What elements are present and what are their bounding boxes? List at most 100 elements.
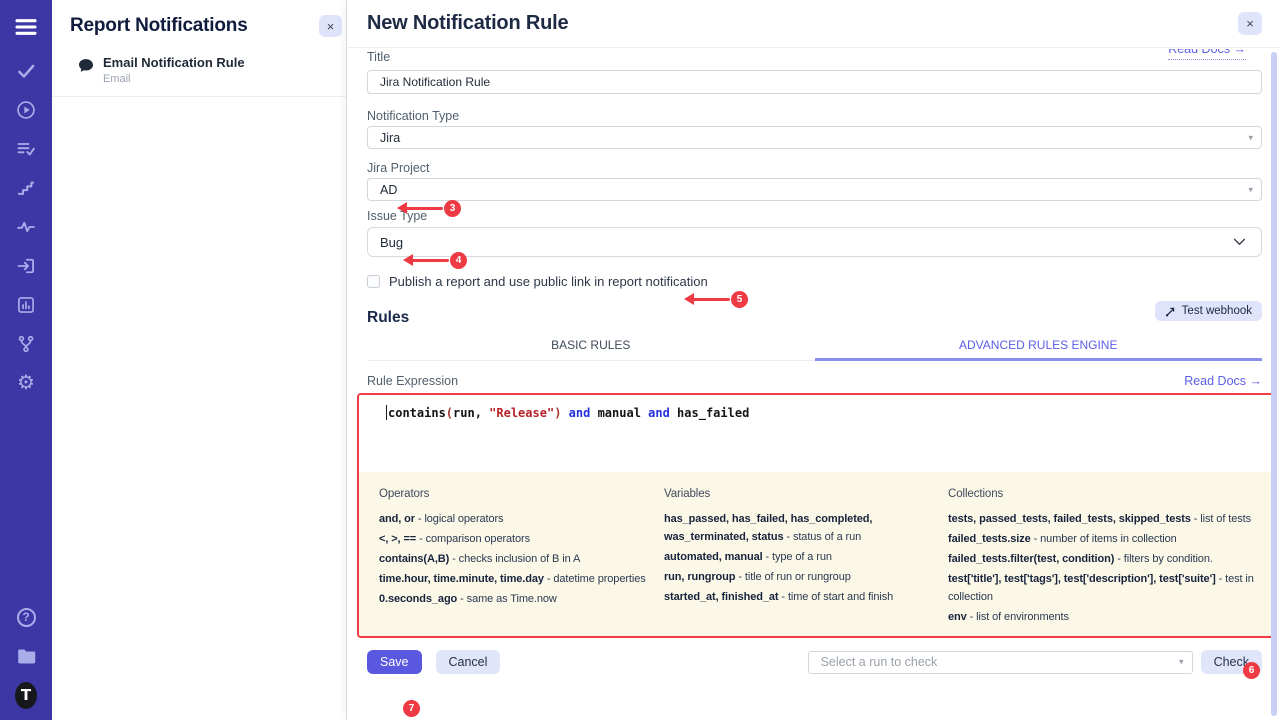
help-column-title: Operators (379, 485, 650, 503)
caret-down-icon: ▾ (1248, 184, 1253, 195)
jira-project-label: Jira Project (367, 161, 1262, 175)
rail-bottom-group: ? T (15, 606, 37, 710)
help-entry: run, rungroup - title of run or rungroup (664, 568, 934, 586)
annotation-box-6: contains(run, "Release") and manual and … (357, 393, 1275, 638)
save-button[interactable]: Save (367, 650, 422, 674)
help-entry: failed_tests.filter(test, condition) - f… (948, 550, 1259, 568)
bar-chart-icon[interactable] (15, 294, 37, 316)
vertical-scrollbar[interactable] (1271, 52, 1277, 716)
rules-heading-row: Rules Test webhook (367, 309, 1262, 327)
panel-title: Report Notifications (70, 15, 248, 37)
title-field-label: Title (367, 50, 390, 64)
code-token: and (648, 406, 670, 420)
tab-advanced-rules-engine[interactable]: ADVANCED RULES ENGINE (815, 333, 1263, 361)
help-entry: and, or - logical operators (379, 510, 650, 528)
notification-type-label: Notification Type (367, 109, 1262, 123)
read-docs-link-clipped[interactable]: Read Docs → (1168, 49, 1246, 60)
rules-tabs: BASIC RULES ADVANCED RULES ENGINE (367, 333, 1262, 361)
rule-expression-label: Rule Expression (367, 374, 458, 388)
list-check-icon[interactable] (15, 138, 37, 160)
webhook-icon (1165, 306, 1176, 317)
code-token: run, (453, 406, 489, 420)
issue-type-value: Bug (380, 235, 403, 250)
caret-down-icon: ▾ (1179, 656, 1184, 667)
code-token: "Release" (489, 406, 554, 420)
publish-report-checkbox[interactable] (367, 275, 380, 288)
code-token: contains (388, 406, 446, 420)
code-token: ( (446, 406, 453, 420)
code-token: manual (590, 406, 648, 420)
check-button[interactable]: Check (1201, 650, 1262, 674)
report-notifications-panel: Report Notifications × Email Notificatio… (52, 0, 347, 720)
icon-rail: ⚙ ? T (0, 0, 52, 720)
settings-gear-icon[interactable]: ⚙ (15, 372, 37, 394)
app-root: ⚙ ? T Report Notifications × Email Notif… (0, 0, 1280, 720)
help-circle-icon[interactable]: ? (15, 606, 37, 628)
drawer-header: New Notification Rule × (347, 0, 1280, 48)
notification-type-select[interactable]: Jira ▾ (367, 126, 1262, 149)
drawer-title: New Notification Rule (367, 12, 568, 35)
run-select-placeholder: Select a run to check (821, 655, 938, 669)
help-entry: failed_tests.size - number of items in c… (948, 530, 1259, 548)
code-token: has_failed (670, 406, 749, 420)
code-token (561, 406, 568, 420)
drawer-content: Read Docs → Title Notification Type Jira… (347, 48, 1280, 720)
issue-type-label: Issue Type (367, 209, 1262, 223)
testomat-logo[interactable]: T (15, 684, 37, 706)
list-item-title: Email Notification Rule (103, 55, 245, 70)
editor-cursor (386, 405, 387, 420)
help-column-title: Collections (948, 485, 1259, 503)
help-entry: started_at, finished_at - time of start … (664, 588, 934, 606)
jira-project-select[interactable]: AD ▾ (367, 178, 1262, 201)
help-entry: time.hour, time.minute, time.day - datet… (379, 570, 650, 588)
help-column-collections: Collections tests, passed_tests, failed_t… (948, 485, 1267, 626)
expression-help-panel: Operators and, or - logical operators <, >… (359, 472, 1273, 636)
help-entry: <, >, == - comparison operators (379, 530, 650, 548)
help-entry: test['title'], test['tags'], test['descr… (948, 570, 1259, 606)
publish-report-label: Publish a report and use public link in … (389, 274, 708, 289)
list-item-text: Email Notification Rule Email (103, 55, 245, 85)
run-to-check-select[interactable]: Select a run to check ▾ (808, 651, 1193, 674)
issue-type-select[interactable]: Bug (367, 227, 1262, 257)
steps-icon[interactable] (15, 177, 37, 199)
projects-folder-icon[interactable] (15, 645, 37, 667)
log-in-icon[interactable] (15, 255, 37, 277)
notification-type-value: Jira (380, 131, 400, 145)
check-icon[interactable] (15, 60, 37, 82)
read-docs-link[interactable]: Read Docs → (1184, 374, 1262, 388)
list-item-subtitle: Email (103, 73, 245, 85)
panel-close-button[interactable]: × (319, 15, 342, 37)
publish-report-row: Publish a report and use public link in … (367, 274, 1262, 289)
list-item-email-notification-rule[interactable]: Email Notification Rule Email (52, 45, 346, 97)
rules-heading: Rules (367, 309, 409, 327)
help-column-title: Variables (664, 485, 934, 503)
cancel-button[interactable]: Cancel (436, 650, 501, 674)
help-entry: tests, passed_tests, failed_tests, skipp… (948, 510, 1259, 528)
title-input[interactable] (367, 70, 1262, 94)
caret-down-icon: ▾ (1248, 132, 1253, 143)
play-circle-icon[interactable] (15, 99, 37, 121)
drawer-footer: Save Cancel Select a run to check ▾ Chec… (367, 650, 1262, 674)
chevron-down-icon (1233, 238, 1246, 246)
jira-project-value: AD (380, 183, 397, 197)
tab-basic-rules[interactable]: BASIC RULES (367, 333, 815, 361)
speech-bubble-icon (78, 58, 94, 85)
rule-expression-editor[interactable]: contains(run, "Release") and manual and … (359, 395, 1273, 472)
drawer-close-button[interactable]: × (1238, 12, 1262, 35)
menu-icon[interactable] (15, 16, 37, 38)
rule-expression-row: Rule Expression Read Docs → (367, 374, 1262, 388)
help-entry: contains(A,B) - checks inclusion of B in… (379, 550, 650, 568)
activity-pulse-icon[interactable] (15, 216, 37, 238)
code-token: and (569, 406, 591, 420)
test-webhook-label: Test webhook (1182, 305, 1252, 317)
help-entry: has_passed, has_failed, has_completed, w… (664, 510, 934, 546)
help-entry: automated, manual - type of a run (664, 548, 934, 566)
panel-header: Report Notifications × (52, 0, 346, 45)
git-branch-icon[interactable] (15, 333, 37, 355)
new-notification-rule-drawer: New Notification Rule × Read Docs → Titl… (347, 0, 1280, 720)
expression-code-line: contains(run, "Release") and manual and … (388, 406, 1273, 420)
test-webhook-button[interactable]: Test webhook (1155, 301, 1262, 321)
help-entry: env - list of environments (948, 608, 1259, 626)
help-entry: 0.seconds_ago - same as Time.now (379, 590, 650, 608)
help-column-operators: Operators and, or - logical operators <, >… (379, 485, 664, 626)
